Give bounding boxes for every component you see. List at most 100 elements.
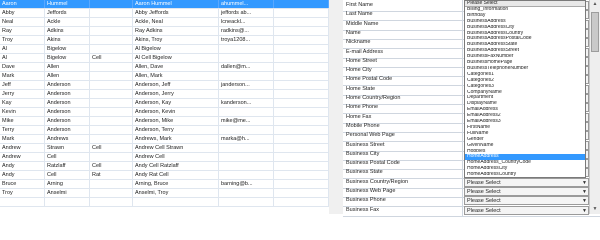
dropdown-option[interactable]: EmailAddress2 (465, 113, 585, 119)
table-cell: Andy (0, 171, 45, 179)
dropdown-option[interactable]: Categories3 (465, 84, 585, 90)
dropdown-option[interactable]: HomeAddressCountry (465, 172, 585, 177)
dropdown-option[interactable]: HomeAddress_CountryCode (465, 160, 585, 166)
dropdown-option[interactable]: Department (465, 95, 585, 101)
dropdown-option[interactable]: EmailAddress3 (465, 119, 585, 125)
scroll-down-icon[interactable]: ▼ (590, 205, 600, 214)
table-row[interactable] (0, 198, 329, 207)
dropdown-option[interactable]: BusinessAddressCountry (465, 31, 585, 37)
table-row[interactable]: Mark Andrews Andrews, Mark marka@h... (0, 135, 329, 144)
table-cell: dallen@m... (219, 63, 274, 71)
table-row[interactable]: Troy Anselmi Anselmi, Troy (0, 189, 329, 198)
dropdown-option[interactable]: BusinessAddressStreet (465, 48, 585, 54)
table-cell (219, 144, 274, 152)
dropdown-option[interactable]: Please Select (465, 1, 585, 7)
table-cell (90, 45, 133, 53)
dropdown-option[interactable]: HomeAddress (465, 154, 585, 160)
table-row[interactable]: Jerry Anderson Anderson, Jerry (0, 90, 329, 99)
table-cell (90, 117, 133, 125)
table-cell: Ackle, Neal (133, 18, 219, 26)
table-cell (219, 126, 274, 134)
table-cell (90, 0, 133, 8)
table-row[interactable]: Andrew Cell Andrew Cell (0, 153, 329, 162)
table-cell: Troy (0, 189, 45, 197)
table-cell: Anderson (45, 99, 90, 107)
table-row[interactable]: Al Bigelow Cell Al Cell Bigelow (0, 54, 329, 63)
table-cell: Kay (0, 99, 45, 107)
table-cell (274, 153, 329, 161)
dropdown-option[interactable]: FullName (465, 131, 585, 137)
table-row[interactable]: Troy Akins Akins, Troy troya1208... (0, 36, 329, 45)
dropdown-option[interactable]: Billing_Information (465, 7, 585, 13)
table-cell: Andy Cell Ratzlaff (133, 162, 219, 170)
table-cell: Andy Rat Cell (133, 171, 219, 179)
table-cell: janderson... (219, 81, 274, 89)
table-cell: lcneackl... (219, 18, 274, 26)
table-row[interactable]: Mark Allen Allen, Mark (0, 72, 329, 81)
table-cell: Ray (0, 27, 45, 35)
contacts-data-grid[interactable]: Aaron Hummel Aaron Hummel ahummel... Abby Jef… (0, 0, 330, 214)
table-row[interactable]: Ray Adkins Ray Adkins radkins@... (0, 27, 329, 36)
table-cell (274, 90, 329, 98)
dropdown-option[interactable]: Birthday (465, 13, 585, 19)
field-dropdown-list[interactable]: Please Select Billing_Information Birthday… (464, 0, 586, 178)
table-cell: ahummel... (219, 0, 274, 8)
chevron-down-icon[interactable]: ▼ (582, 207, 587, 216)
mapping-select[interactable]: Please Select ▼ (464, 205, 589, 216)
table-row[interactable]: Al Bigelow Al Bigelow (0, 45, 329, 54)
table-cell: Jeff (0, 81, 45, 89)
dropdown-option[interactable]: EmailAddress (465, 107, 585, 113)
table-row[interactable]: Kevin Anderson Anderson, Kevin (0, 108, 329, 117)
dropdown-option[interactable]: BusinessHomePage (465, 60, 585, 66)
table-row[interactable]: Bruce Arning Arning, Bruce barning@b... (0, 180, 329, 189)
dropdown-option[interactable]: DisplayName (465, 101, 585, 107)
splitter[interactable] (329, 0, 343, 214)
table-row[interactable]: Mike Anderson Anderson, Mike mike@me... (0, 117, 329, 126)
table-cell: Arning (45, 180, 90, 188)
table-row[interactable]: Jeff Anderson Anderson, Jeff janderson... (0, 81, 329, 90)
table-row[interactable]: Neal Ackle Ackle, Neal lcneackl... (0, 18, 329, 27)
table-cell (90, 18, 133, 26)
table-cell (90, 72, 133, 80)
table-cell (274, 126, 329, 134)
table-cell: Anderson (45, 108, 90, 116)
dropdown-option[interactable]: BusinessTelephoneNumber (465, 66, 585, 72)
vertical-scrollbar[interactable]: ▲ ▼ (589, 0, 600, 214)
table-cell (219, 162, 274, 170)
table-cell (274, 189, 329, 197)
table-cell: Anderson, Jeff (133, 81, 219, 89)
mapping-select-value: Please Select (467, 207, 501, 214)
dropdown-option[interactable]: Gender (465, 137, 585, 143)
dropdown-option[interactable]: Categories1 (465, 72, 585, 78)
dropdown-option[interactable]: Categories2 (465, 78, 585, 84)
dropdown-option[interactable]: CompanyName (465, 90, 585, 96)
table-row[interactable]: Dave Allen Allen, Dave dallen@m... (0, 63, 329, 72)
scrollbar-thumb[interactable] (591, 12, 599, 52)
dropdown-option[interactable]: FirstName (465, 125, 585, 131)
table-cell: Troy (0, 36, 45, 44)
dropdown-option[interactable]: HomeAddressCity (465, 166, 585, 172)
dropdown-option[interactable]: Hobbies (465, 149, 585, 155)
table-row[interactable]: Aaron Hummel Aaron Hummel ahummel... (0, 0, 329, 9)
dropdown-option[interactable]: GivenName (465, 143, 585, 149)
table-row[interactable]: Terry Anderson Anderson, Terry (0, 126, 329, 135)
dropdown-option[interactable]: BusinessAddressCity (465, 25, 585, 31)
table-cell (90, 27, 133, 35)
table-row[interactable]: Andy Ratzlaff Cell Andy Cell Ratzlaff (0, 162, 329, 171)
dropdown-option[interactable]: BusinessAddress (465, 19, 585, 25)
table-row[interactable]: Andy Cell Rat Andy Rat Cell (0, 171, 329, 180)
table-row[interactable]: Abby Jeffords Abby Jeffords jeffords ab... (0, 9, 329, 18)
table-cell (274, 108, 329, 116)
scroll-up-icon[interactable]: ▲ (590, 0, 600, 9)
table-row[interactable]: Kay Anderson Anderson, Kay kanderson... (0, 99, 329, 108)
table-cell (274, 117, 329, 125)
table-cell: Andrews (45, 135, 90, 143)
dropdown-option[interactable]: BusinessAddressPostalCode (465, 36, 585, 42)
dropdown-option[interactable]: BusinessFaxNumber (465, 54, 585, 60)
table-cell: Anderson (45, 117, 90, 125)
table-cell: troya1208... (219, 36, 274, 44)
table-cell: Aaron Hummel (133, 0, 219, 8)
table-cell (45, 198, 90, 206)
table-row[interactable]: Andrew Strawn Cell Andrew Cell Strawn (0, 144, 329, 153)
dropdown-option[interactable]: BusinessAddressState (465, 42, 585, 48)
